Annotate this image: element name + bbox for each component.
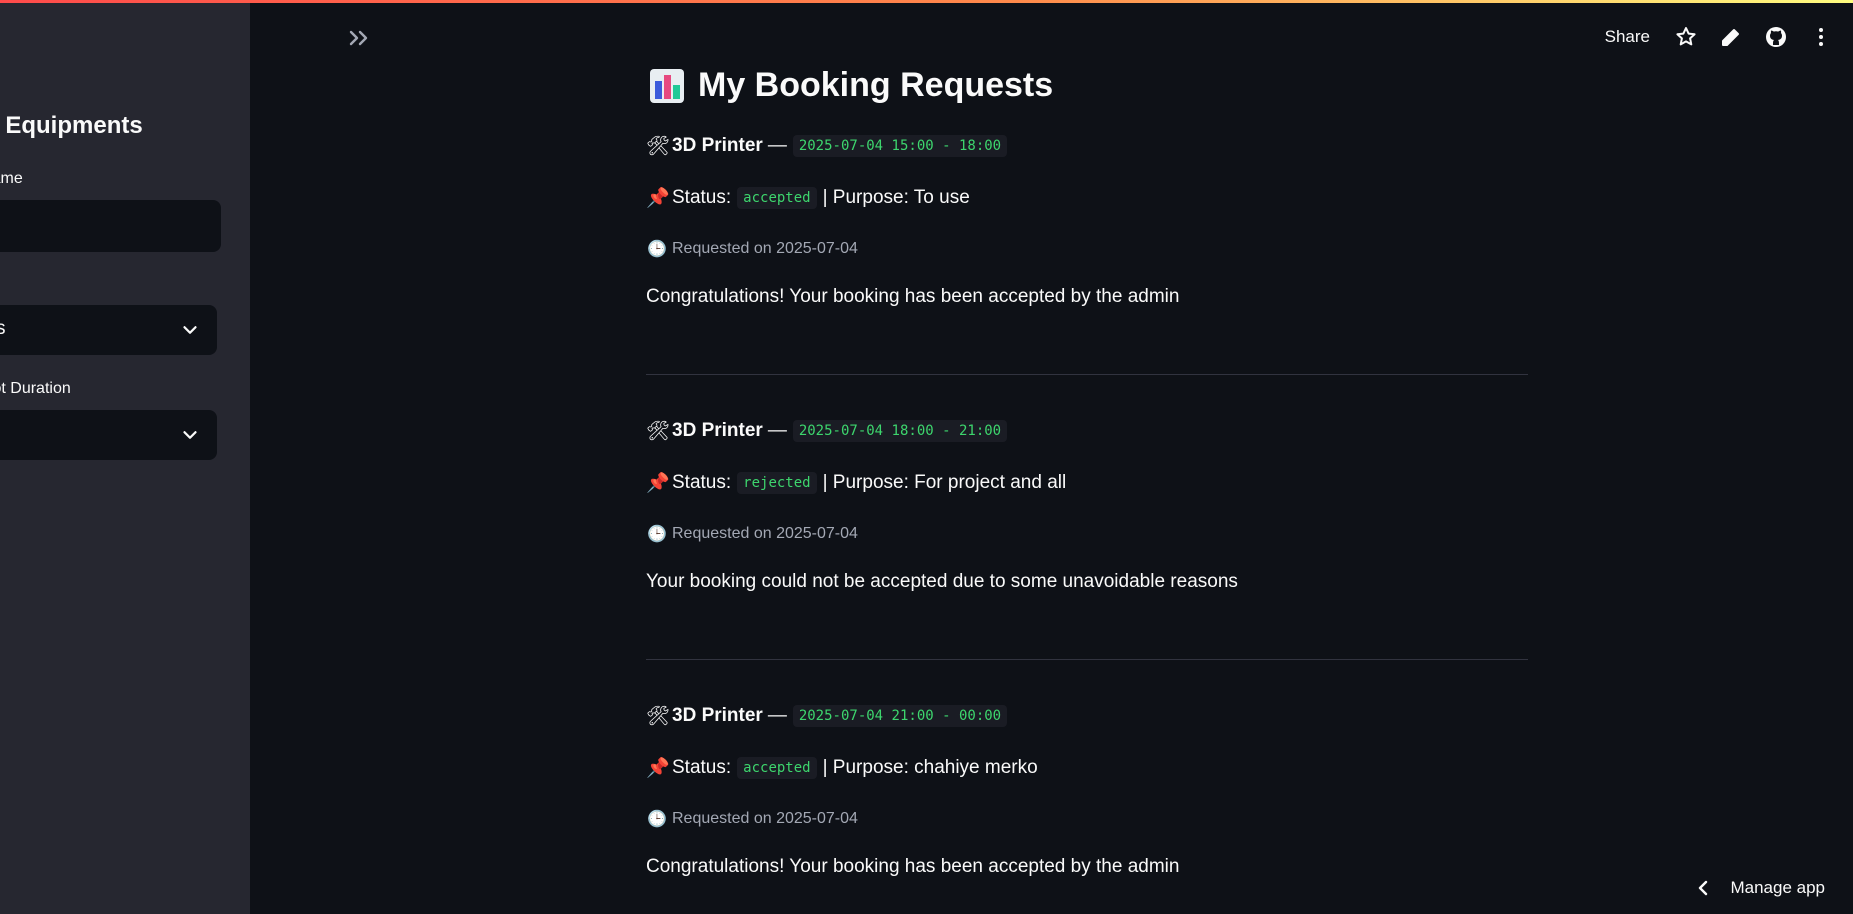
pushpin-icon: 📌	[646, 758, 670, 779]
status-label: Status:	[672, 187, 732, 208]
slot-time: 2025-07-04 18:00 - 21:00	[792, 420, 1008, 442]
search-input[interactable]	[0, 200, 221, 252]
toolbar: Share	[1605, 22, 1833, 52]
bar-chart-icon	[650, 68, 684, 103]
chevron-down-icon	[183, 431, 197, 439]
expand-sidebar-icon[interactable]	[346, 26, 374, 50]
github-icon[interactable]	[1764, 25, 1788, 49]
pushpin-icon: 📌	[646, 473, 670, 494]
requested-date: Requested on 2025-07-04	[672, 525, 858, 542]
booking-header: 🛠 3D Printer — 2025-07-04 18:00 - 21:00	[646, 419, 1008, 443]
booking-header: 🛠 3D Printer — 2025-07-04 21:00 - 00:00	[646, 704, 1008, 728]
manage-app-button[interactable]: Manage app	[1696, 878, 1825, 898]
tools-icon: 🛠	[646, 421, 671, 442]
booking-message: Congratulations! Your booking has been a…	[646, 856, 1180, 877]
booking-status-line: 📌 Status: accepted | Purpose: To use	[646, 186, 970, 210]
header-decoration-bar	[0, 0, 1853, 3]
status-label: Status:	[672, 472, 732, 493]
requested-date: Requested on 2025-07-04	[672, 240, 858, 257]
divider	[646, 659, 1528, 660]
chevron-left-icon	[1699, 880, 1708, 896]
equipment-name: 3D Printer	[672, 420, 763, 441]
clock-icon: 🕒	[647, 526, 667, 543]
slot-duration-select[interactable]	[0, 410, 217, 460]
page-title: My Booking Requests	[650, 66, 1053, 105]
edit-pencil-icon[interactable]	[1719, 25, 1743, 49]
status-badge: accepted	[737, 187, 817, 209]
slot-time: 2025-07-04 21:00 - 00:00	[792, 705, 1008, 727]
requested-date: Requested on 2025-07-04	[672, 810, 858, 827]
separator-dash: —	[767, 135, 787, 156]
slot-time: 2025-07-04 15:00 - 18:00	[792, 135, 1008, 157]
requested-line: 🕒 Requested on 2025-07-04	[646, 809, 858, 829]
sidebar-title: Filter Equipments	[0, 112, 143, 139]
status-badge: rejected	[737, 472, 817, 494]
category-select[interactable]: ctronics	[0, 305, 217, 355]
category-value: ctronics	[0, 318, 6, 339]
slot-duration-label: elect Slot Duration	[0, 380, 71, 397]
booking-status-line: 📌 Status: rejected | Purpose: For projec…	[646, 471, 1066, 495]
requested-line: 🕒 Requested on 2025-07-04	[646, 239, 858, 259]
status-badge: accepted	[737, 757, 817, 779]
separator-dash: —	[767, 420, 787, 441]
status-label: Status:	[672, 757, 732, 778]
manage-app-label: Manage app	[1730, 878, 1825, 897]
purpose-text: | Purpose: To use	[822, 187, 970, 208]
purpose-text: | Purpose: For project and all	[822, 472, 1067, 493]
equipment-name: 3D Printer	[672, 135, 763, 156]
search-label: ch by name	[0, 170, 23, 187]
pushpin-icon: 📌	[646, 188, 670, 209]
star-icon[interactable]	[1674, 25, 1698, 49]
tools-icon: 🛠	[646, 136, 671, 157]
page-title-text: My Booking Requests	[698, 66, 1054, 104]
booking-status-line: 📌 Status: accepted | Purpose: chahiye me…	[646, 756, 1038, 780]
share-button[interactable]: Share	[1605, 27, 1650, 47]
purpose-text: | Purpose: chahiye merko	[822, 757, 1038, 778]
sidebar: Filter Equipments ch by name gory ctroni…	[0, 0, 250, 914]
clock-icon: 🕒	[647, 241, 667, 258]
booking-message: Your booking could not be accepted due t…	[646, 571, 1238, 592]
booking-header: 🛠 3D Printer — 2025-07-04 15:00 - 18:00	[646, 134, 1008, 158]
requested-line: 🕒 Requested on 2025-07-04	[646, 524, 858, 544]
tools-icon: 🛠	[646, 706, 671, 727]
chevron-down-icon	[183, 326, 197, 334]
booking-message: Congratulations! Your booking has been a…	[646, 286, 1180, 307]
equipment-name: 3D Printer	[672, 705, 763, 726]
separator-dash: —	[767, 705, 787, 726]
divider	[646, 374, 1528, 375]
more-vertical-icon[interactable]	[1809, 25, 1833, 49]
clock-icon: 🕒	[647, 811, 667, 828]
